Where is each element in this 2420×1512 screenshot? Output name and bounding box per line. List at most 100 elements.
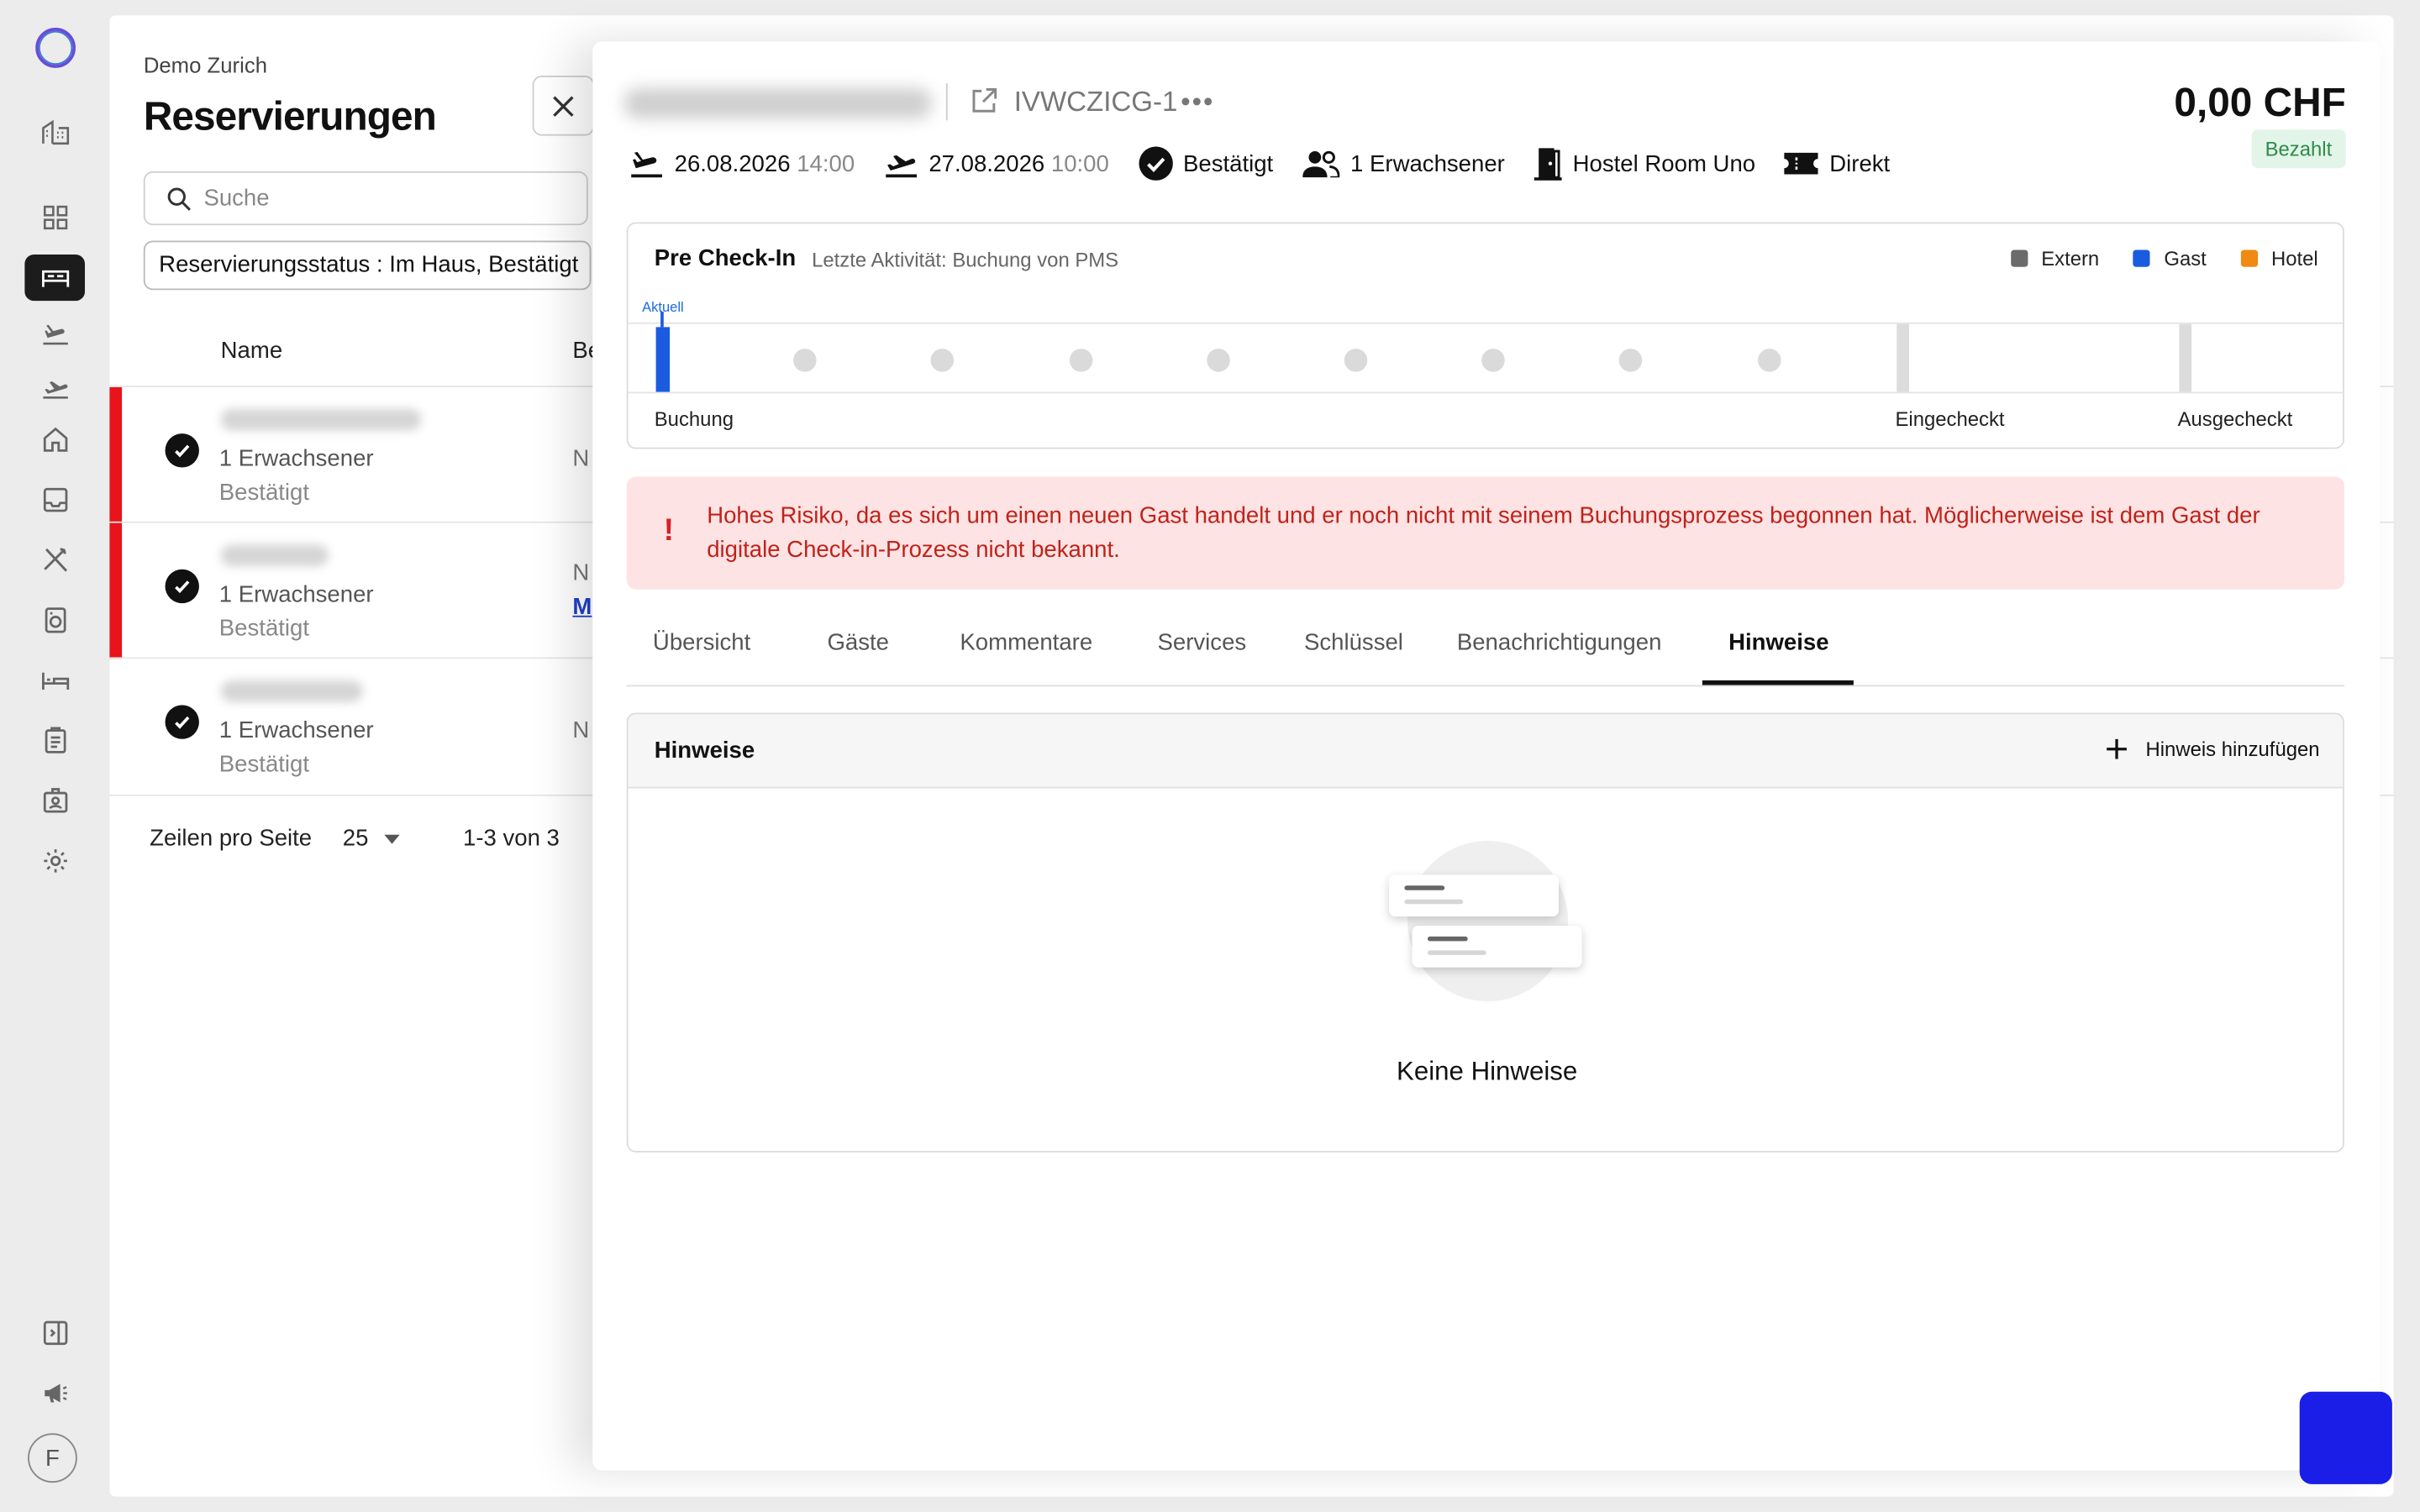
legend-item-gast: Gast bbox=[2133, 247, 2207, 270]
search-placeholder: Suche bbox=[203, 185, 270, 212]
tab-services[interactable]: Services bbox=[1158, 629, 1247, 655]
contacts-icon[interactable] bbox=[24, 778, 85, 824]
close-drawer-button[interactable] bbox=[532, 75, 595, 136]
notes-panel: Hinweise Hinweis hinzufügen Keine Hinwei… bbox=[626, 712, 2344, 1153]
room-icon[interactable] bbox=[24, 657, 85, 703]
timeline-step bbox=[793, 349, 817, 372]
tab-overview[interactable]: Übersicht bbox=[653, 629, 750, 655]
tab-notifications[interactable]: Benachrichtigungen bbox=[1457, 629, 1662, 655]
clipboard-icon[interactable] bbox=[24, 717, 85, 764]
guest-name-redacted bbox=[220, 544, 329, 567]
tab-guests[interactable]: Gäste bbox=[827, 629, 889, 655]
arrival-icon[interactable] bbox=[24, 308, 85, 354]
notes-title: Hinweise bbox=[654, 737, 755, 764]
ticket-icon bbox=[1785, 152, 1819, 175]
occupancy: 1 Erwachsener bbox=[1350, 150, 1505, 177]
active-tab-indicator bbox=[1702, 680, 1854, 685]
current-marker bbox=[655, 327, 671, 392]
row-cut-cell: N bbox=[572, 717, 590, 744]
timeline-step bbox=[1481, 349, 1505, 372]
total-price: 0,00 CHF bbox=[2174, 78, 2346, 125]
step-label-booking: Buchung bbox=[654, 407, 734, 431]
pagination-range: 1-3 von 3 bbox=[463, 825, 560, 852]
note-card-illustration bbox=[1389, 874, 1560, 916]
restaurant-icon[interactable] bbox=[24, 537, 85, 583]
avatar[interactable]: F bbox=[28, 1433, 77, 1483]
legend-label: Gast bbox=[2164, 246, 2207, 270]
app-logo[interactable] bbox=[35, 28, 76, 68]
status-filter-chip[interactable]: Reservierungsstatus : Im Haus, Bestätigt bbox=[143, 240, 592, 291]
risk-alert: ! Hohes Risiko, da es sich um einen neue… bbox=[626, 476, 2344, 590]
arrival-time: 14:00 bbox=[797, 150, 855, 177]
arrival-info: 26.08.2026 14:00 bbox=[629, 148, 855, 179]
room-name: Hostel Room Uno bbox=[1572, 150, 1756, 177]
timeline-step bbox=[1069, 349, 1093, 372]
risk-indicator bbox=[109, 522, 123, 659]
arrival-icon bbox=[631, 151, 662, 178]
row-status: Bestätigt bbox=[218, 751, 310, 778]
settings-icon[interactable] bbox=[24, 837, 85, 884]
checkout-milestone bbox=[2179, 323, 2192, 392]
search-icon bbox=[167, 186, 191, 210]
warning-icon: ! bbox=[663, 513, 675, 549]
tab-notes[interactable]: Hinweise bbox=[1728, 629, 1828, 655]
payment-status-badge: Bezahlt bbox=[2251, 129, 2346, 169]
search-input[interactable]: Suche bbox=[143, 171, 588, 226]
tab-comments[interactable]: Kommentare bbox=[960, 629, 1092, 655]
legend-item-extern: Extern bbox=[2010, 247, 2099, 270]
tab-keys[interactable]: Schlüssel bbox=[1304, 629, 1403, 655]
empty-state-text: Keine Hinweise bbox=[1397, 1057, 1578, 1087]
column-header-name[interactable]: Name bbox=[221, 338, 282, 364]
row-cut-cell: N bbox=[572, 559, 590, 586]
add-note-label: Hinweis hinzufügen bbox=[2145, 737, 2320, 761]
row-cut-cell: N bbox=[572, 445, 590, 473]
row-occupancy: 1 Erwachsener bbox=[218, 581, 374, 608]
close-icon bbox=[553, 95, 574, 117]
inbox-icon[interactable] bbox=[24, 477, 85, 523]
departure-time: 10:00 bbox=[1050, 150, 1109, 177]
add-note-button[interactable]: Hinweis hinzufügen bbox=[2107, 737, 2320, 761]
bed-icon[interactable] bbox=[24, 255, 86, 302]
row-occupancy: 1 Erwachsener bbox=[218, 717, 374, 744]
departure-icon[interactable] bbox=[24, 363, 85, 409]
step-label-checked-in: Eingecheckt bbox=[1895, 407, 2005, 431]
note-card-illustration bbox=[1412, 926, 1582, 968]
occupancy-info: 1 Erwachsener bbox=[1302, 150, 1505, 178]
timeline-step bbox=[930, 349, 955, 372]
checkin-milestone bbox=[1897, 323, 1909, 392]
legend-label: Extern bbox=[2041, 246, 2100, 270]
risk-indicator bbox=[109, 387, 123, 523]
laundry-icon[interactable] bbox=[24, 597, 85, 643]
row-status: Bestätigt bbox=[218, 480, 310, 507]
timeline-step bbox=[1207, 349, 1230, 372]
caret-down-icon bbox=[383, 833, 400, 843]
home-icon[interactable] bbox=[24, 417, 85, 463]
row-cut-link[interactable]: M bbox=[572, 594, 592, 620]
dashboard-icon[interactable] bbox=[24, 108, 85, 155]
status-info: Bestätigt bbox=[1138, 146, 1273, 181]
rows-per-page-select[interactable]: 25 bbox=[342, 825, 400, 852]
departure-date: 27.08.2026 bbox=[929, 150, 1045, 177]
announcement-icon[interactable] bbox=[24, 1370, 85, 1416]
guest-name-redacted bbox=[220, 408, 422, 431]
current-marker-tick bbox=[660, 312, 664, 328]
divider bbox=[945, 83, 948, 121]
precheckin-panel: Pre Check-In Letzte Aktivität: Buchung v… bbox=[626, 222, 2344, 449]
collapse-icon[interactable] bbox=[24, 1310, 85, 1356]
last-activity: Letzte Aktivität: Buchung von PMS bbox=[812, 248, 1119, 272]
check-circle-icon bbox=[165, 569, 199, 604]
rows-per-page-value: 25 bbox=[342, 825, 369, 852]
timeline-step bbox=[1758, 349, 1781, 372]
more-options-icon[interactable]: ••• bbox=[1181, 87, 1214, 119]
external-link-icon[interactable] bbox=[969, 87, 998, 116]
check-circle-icon bbox=[1138, 146, 1173, 181]
check-circle-icon bbox=[165, 433, 199, 468]
departure-icon bbox=[885, 155, 917, 178]
empty-state-illustration bbox=[1407, 841, 1569, 1002]
arrival-date: 26.08.2026 bbox=[674, 150, 791, 177]
chat-button[interactable] bbox=[2299, 1391, 2392, 1484]
door-icon bbox=[1534, 148, 1562, 181]
timeline-step bbox=[1618, 349, 1643, 372]
legend-swatch bbox=[2240, 249, 2258, 267]
grid-icon[interactable] bbox=[24, 194, 85, 240]
